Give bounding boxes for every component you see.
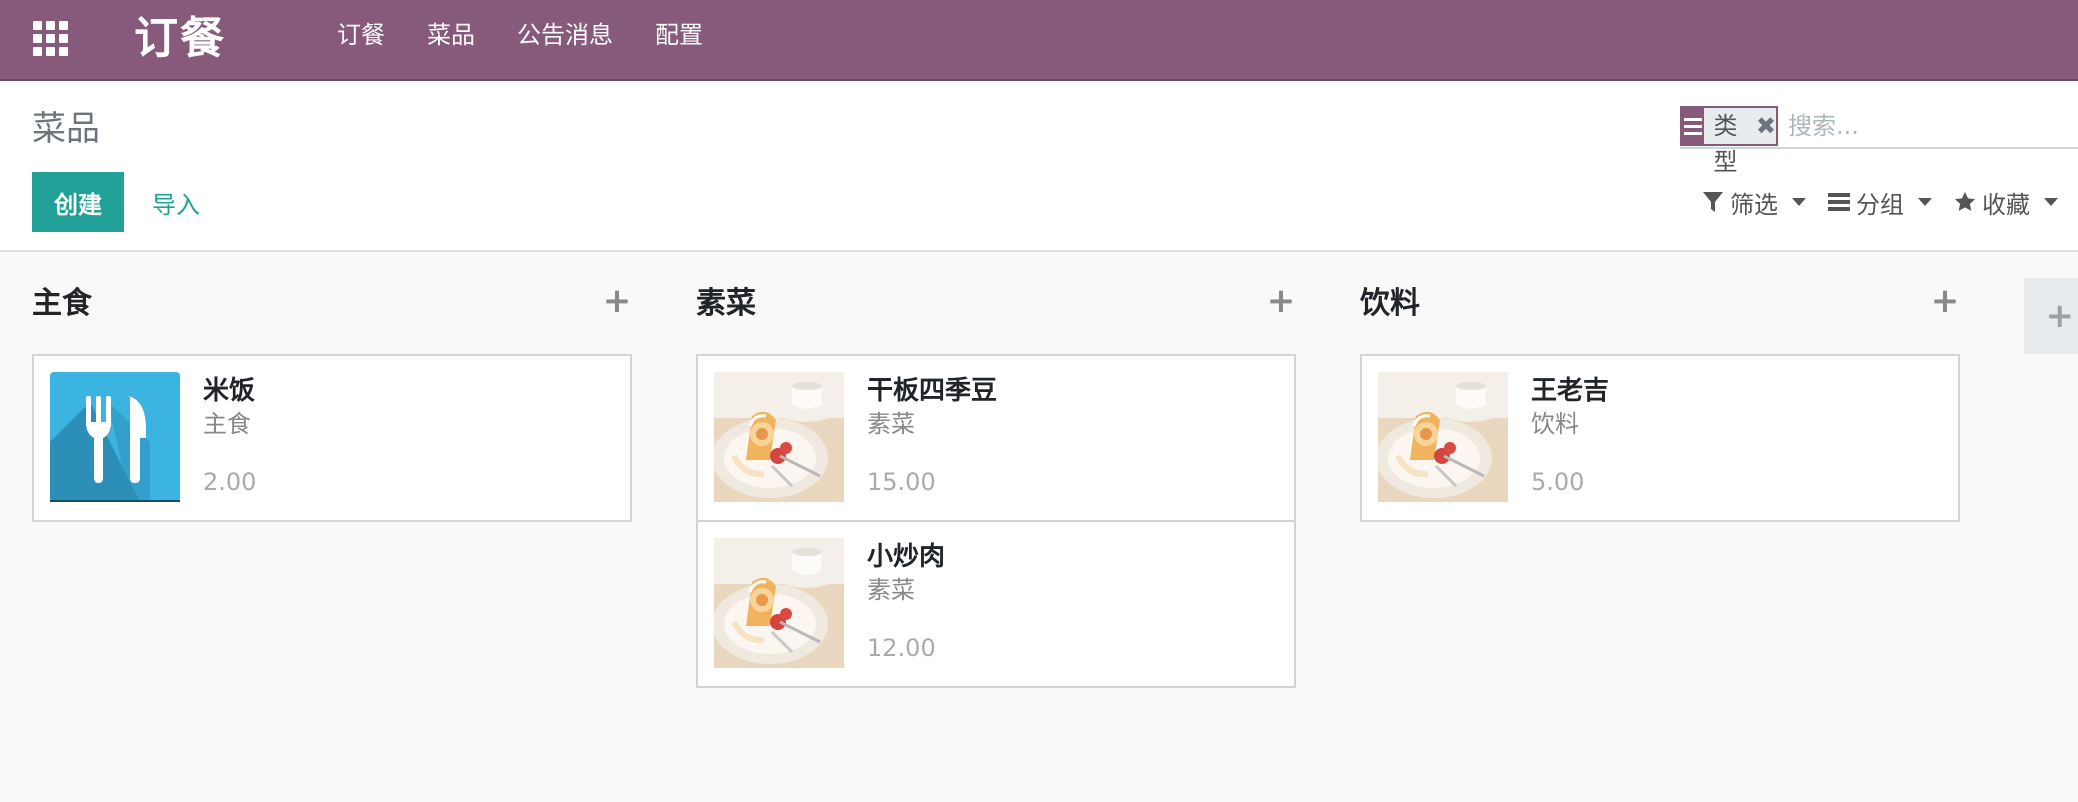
list-icon: [1828, 191, 1850, 213]
add-column-button[interactable]: +: [2024, 278, 2078, 354]
product-price: 5.00: [1531, 468, 1585, 496]
apps-grid-icon[interactable]: [30, 18, 70, 58]
column-header: 主食 +: [32, 280, 632, 328]
caret-down-icon: [2044, 198, 2058, 206]
cutlery-icon: [50, 372, 180, 502]
search-options: 筛选 分组 收藏: [1702, 177, 2058, 227]
column-title: 饮料: [1360, 286, 1420, 321]
menu-item-products[interactable]: 菜品: [406, 0, 496, 70]
column-header: 饮料 +: [1360, 280, 1960, 328]
top-navbar: 订餐 订餐 菜品 公告消息 配置: [0, 0, 2078, 81]
create-button[interactable]: 创建: [32, 172, 124, 232]
kanban-card[interactable]: 小炒肉 素菜 12.00: [696, 520, 1296, 688]
product-image: [714, 372, 844, 502]
column-title: 主食: [32, 286, 92, 321]
quick-create-icon[interactable]: +: [602, 284, 632, 318]
product-image: [1378, 372, 1508, 502]
kanban-card[interactable]: 王老吉 饮料 5.00: [1360, 354, 1960, 522]
menu-item-announcements[interactable]: 公告消息: [496, 0, 634, 70]
product-price: 2.00: [203, 468, 257, 496]
group-by-icon: [1682, 108, 1704, 144]
kanban-card[interactable]: 干板四季豆 素菜 15.00: [696, 354, 1296, 522]
product-category: 素菜: [867, 410, 915, 438]
column-header: 素菜 +: [696, 280, 1296, 328]
quick-create-icon[interactable]: +: [1930, 284, 1960, 318]
group-by-label: 分组: [1856, 190, 1904, 219]
menu-item-order[interactable]: 订餐: [316, 0, 406, 70]
caret-down-icon: [1792, 198, 1806, 206]
kanban-view: 主食 + 米饭 主食 2.00 素菜 + 干板四季豆 素菜 15.00 小炒肉 …: [0, 252, 2078, 802]
star-icon: [1954, 191, 1976, 213]
favorites-dropdown[interactable]: 收藏: [1954, 185, 2058, 220]
search-facet: 类型 ✖: [1680, 106, 1778, 176]
control-panel: 菜品 类型 ✖ 创建 导入 筛选 分组 收藏: [0, 81, 2078, 252]
favorites-label: 收藏: [1982, 190, 2030, 219]
product-category: 主食: [203, 410, 251, 438]
caret-down-icon: [1918, 198, 1932, 206]
menu-item-configuration[interactable]: 配置: [634, 0, 724, 70]
product-image: [714, 538, 844, 668]
product-name: 干板四季豆: [867, 376, 998, 406]
product-price: 12.00: [867, 634, 936, 662]
group-by-dropdown[interactable]: 分组: [1828, 185, 1932, 220]
column-title: 素菜: [696, 286, 756, 321]
filter-icon: [1702, 191, 1724, 213]
facet-remove-icon[interactable]: ✖: [1756, 108, 1776, 144]
facet-value: 类型: [1713, 112, 1738, 176]
kanban-card[interactable]: 米饭 主食 2.00: [32, 354, 632, 522]
product-category: 素菜: [867, 576, 915, 604]
product-name: 小炒肉: [867, 542, 946, 572]
filter-dropdown[interactable]: 筛选: [1702, 185, 1806, 220]
filter-label: 筛选: [1730, 190, 1778, 219]
product-price: 15.00: [867, 468, 936, 496]
top-menu: 订餐 菜品 公告消息 配置: [316, 0, 724, 70]
search-input[interactable]: [1778, 106, 2078, 146]
search-bar: 类型 ✖: [1680, 105, 2078, 176]
product-name: 米饭: [203, 376, 256, 406]
breadcrumb: 菜品: [32, 109, 100, 149]
import-button[interactable]: 导入: [134, 172, 218, 232]
app-brand-title: 订餐: [134, 13, 226, 64]
product-category: 饮料: [1531, 410, 1579, 438]
product-name: 王老吉: [1531, 376, 1610, 406]
quick-create-icon[interactable]: +: [1266, 284, 1296, 318]
